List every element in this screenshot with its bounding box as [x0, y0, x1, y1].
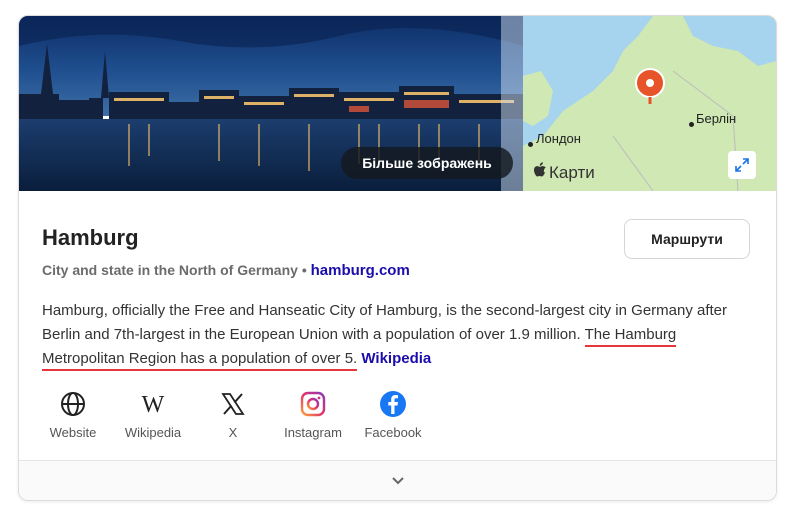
place-subtitle: City and state in the North of Germany: [42, 262, 298, 278]
chevron-down-icon: [391, 476, 404, 484]
website-link[interactable]: hamburg.com: [311, 262, 410, 279]
profile-link-label: Wikipedia: [124, 425, 182, 440]
expand-icon: [735, 158, 749, 172]
maps-brand-label: Карти: [549, 162, 595, 182]
place-subtitle-row: City and state in the North of Germany •…: [42, 262, 410, 279]
map-preview[interactable]: Берлін Лондон Карти: [523, 16, 776, 191]
profile-link-label: Facebook: [364, 425, 422, 440]
expand-map-button[interactable]: [728, 151, 756, 179]
map-city-dot: [689, 122, 694, 127]
x-icon: [218, 389, 248, 419]
directions-button[interactable]: Маршрути: [624, 219, 750, 259]
profile-link-label: Website: [49, 425, 97, 440]
city-photo[interactable]: Більше зображень: [19, 16, 523, 191]
svg-text:W: W: [142, 393, 165, 415]
globe-icon: [58, 389, 88, 419]
more-images-button[interactable]: Більше зображень: [341, 147, 513, 179]
profile-link-wikipedia[interactable]: W Wikipedia: [113, 389, 193, 440]
instagram-icon: [298, 389, 328, 419]
profile-link-facebook[interactable]: Facebook: [353, 389, 433, 440]
place-description: Hamburg, officially the Free and Hanseat…: [42, 299, 754, 371]
facebook-icon: [378, 389, 408, 419]
profile-link-instagram[interactable]: Instagram: [273, 389, 353, 440]
profile-links: Website W Wikipedia X Instagram Facebook: [33, 389, 433, 440]
map-city-berlin: Берлін: [696, 111, 737, 126]
place-title: Hamburg: [42, 225, 139, 250]
profile-link-label: Instagram: [284, 425, 342, 440]
knowledge-panel-card: Більше зображень Берлін Лондон Карти Ham…: [18, 15, 777, 501]
subtitle-separator: •: [301, 262, 307, 278]
maps-brand: Карти: [533, 162, 595, 183]
profile-link-label: X: [228, 425, 238, 440]
apple-logo-icon: [533, 162, 547, 183]
wikipedia-source-link[interactable]: Wikipedia: [361, 350, 431, 367]
hero-media: Більше зображень Берлін Лондон Карти: [19, 16, 776, 191]
map-city-london: Лондон: [536, 131, 581, 146]
profile-link-website[interactable]: Website: [33, 389, 113, 440]
profile-link-x[interactable]: X: [193, 389, 273, 440]
wikipedia-icon: W: [138, 389, 168, 419]
expand-panel-button[interactable]: [19, 461, 776, 500]
map-city-dot: [528, 142, 533, 147]
